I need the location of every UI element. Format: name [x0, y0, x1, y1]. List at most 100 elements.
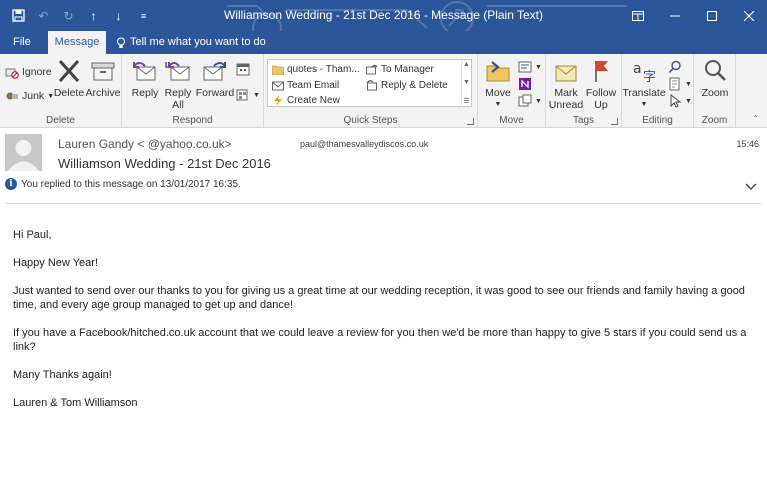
forward-button[interactable]: Forward [196, 58, 234, 99]
quick-step-create-new[interactable]: Create New [272, 95, 340, 106]
zoom-group: Zoom Zoom [694, 54, 736, 128]
reply-icon [133, 62, 156, 81]
onenote-icon [519, 78, 531, 90]
quick-step-create-new-label: Create New [287, 95, 340, 106]
more-respond-button[interactable]: ▼ [236, 88, 260, 102]
find-button[interactable] [668, 60, 682, 74]
flag-icon [595, 61, 608, 82]
quick-step-to-manager[interactable]: To Manager [366, 64, 434, 75]
folder-icon [272, 65, 284, 75]
tab-message[interactable]: Message [48, 31, 106, 54]
tags-group-label: Tags [572, 115, 595, 126]
avatar [5, 134, 42, 171]
translate-button[interactable]: a字 Translate ▼ [622, 58, 665, 111]
onenote-button[interactable] [518, 77, 532, 91]
close-icon[interactable] [730, 0, 767, 31]
cursor-icon [670, 94, 682, 108]
delete-icon [58, 59, 80, 83]
ribbon-display-options-icon[interactable] [619, 0, 656, 31]
meeting-button[interactable] [236, 62, 250, 76]
rules-button[interactable]: ▼ [518, 60, 542, 74]
reply-all-label-1: Reply [164, 87, 192, 99]
zoom-label: Zoom [701, 87, 729, 99]
quick-step-reply-delete[interactable]: Reply & Delete [366, 80, 448, 91]
expand-gallery-icon[interactable]: ☰ [463, 97, 469, 105]
delete-group: Ignore Junk ▼ Delete Archive Delete [0, 54, 122, 128]
actions-icon [518, 94, 532, 107]
quick-step-to-manager-label: To Manager [381, 64, 434, 75]
junk-button[interactable]: Junk ▼ [5, 89, 54, 103]
received-time: 15:46 [736, 139, 759, 149]
minimize-icon[interactable] [656, 0, 693, 31]
chevron-down-icon: ▼ [535, 97, 542, 105]
quick-step-reply-delete-label: Reply & Delete [381, 80, 448, 91]
move-label: Move [485, 87, 511, 99]
archive-button[interactable]: Archive [86, 58, 121, 99]
zoom-button[interactable]: Zoom [697, 58, 733, 99]
chevron-down-icon: ▼ [685, 97, 692, 105]
title-bar: ↶ ↻ ↑ ↓ ≡ Williamson Wedding - 21st Dec … [0, 0, 767, 31]
body-paragraph: Many Thanks again! [13, 369, 112, 381]
scroll-up-icon[interactable]: ▲ [463, 61, 470, 68]
mark-unread-icon [555, 65, 577, 82]
scroll-down-icon[interactable]: ▼ [463, 79, 470, 86]
follow-up-label-2: Up [594, 99, 608, 111]
related-button[interactable]: ▼ [668, 77, 692, 91]
select-button[interactable]: ▼ [668, 94, 692, 108]
body-paragraph: Lauren & Tom Williamson [13, 397, 138, 409]
reply-all-icon [165, 62, 190, 81]
svg-text:a: a [633, 61, 642, 77]
tell-me-label: Tell me what you want to do [130, 36, 266, 48]
forward-icon [203, 62, 226, 81]
respond-group: Reply Reply All Forward ▼ Respond [122, 54, 264, 128]
window-controls [619, 0, 767, 31]
move-button[interactable]: Move ▼ [482, 58, 514, 111]
info-text: You replied to this message on 13/01/201… [21, 178, 241, 190]
info-bar[interactable]: i You replied to this message on 13/01/2… [5, 178, 241, 190]
ribbon-tabs: File Message Tell me what you want to do [0, 31, 767, 54]
ignore-button[interactable]: Ignore [5, 65, 52, 79]
chevron-down-icon: ▼ [640, 101, 648, 108]
reply-button[interactable]: Reply [129, 58, 161, 99]
actions-button[interactable]: ▼ [518, 94, 542, 108]
follow-up-button[interactable]: Follow Up [584, 58, 618, 111]
quick-step-quotes[interactable]: quotes - Tham... [272, 64, 360, 75]
chevron-down-icon: ▼ [494, 101, 502, 108]
delete-button[interactable]: Delete [53, 58, 85, 99]
body-paragraph: Hi Paul, [13, 229, 52, 241]
delete-label: Delete [53, 87, 85, 99]
delete-group-label: Delete [46, 115, 75, 126]
search-icon [668, 60, 681, 74]
translate-icon: a字 [633, 61, 656, 84]
tab-file[interactable]: File [4, 31, 40, 54]
maximize-icon[interactable] [693, 0, 730, 31]
ignore-icon [5, 68, 19, 79]
move-folder-icon [486, 61, 510, 82]
body-paragraph: Just wanted to send over our thanks to y… [13, 285, 745, 311]
reply-all-button[interactable]: Reply All [162, 58, 194, 111]
message-subject: Williamson Wedding - 21st Dec 2016 [58, 156, 271, 171]
collapse-ribbon-icon[interactable]: ⌃ [752, 114, 759, 123]
reply-label: Reply [131, 87, 159, 99]
mark-unread-label-2: Unread [548, 99, 584, 111]
recipient[interactable]: paul@thamesvalleydiscos.co.uk [300, 139, 428, 149]
message-body[interactable]: Hi Paul, Happy New Year! Just wanted to … [13, 228, 758, 424]
zoom-icon [705, 60, 726, 81]
archive-icon [91, 62, 115, 81]
chevron-down-icon: ▼ [253, 91, 260, 99]
sender[interactable]: Lauren Gandy < @yahoo.co.uk> [58, 137, 232, 151]
respond-group-label: Respond [172, 115, 213, 126]
tell-me-box[interactable]: Tell me what you want to do [116, 31, 266, 54]
mark-unread-button[interactable]: Mark Unread [548, 58, 584, 111]
chevron-down-icon[interactable] [744, 182, 758, 192]
quick-steps-scrollbar[interactable]: ▲ ▼ ☰ [461, 60, 471, 106]
junk-icon [6, 92, 18, 100]
quick-steps-launcher-icon[interactable] [467, 118, 474, 125]
team-email-icon [272, 81, 284, 91]
quick-step-quotes-label: quotes - Tham... [287, 64, 360, 75]
quick-step-team-email[interactable]: Team Email [272, 80, 339, 91]
reply-all-label-2: All [172, 99, 184, 111]
chevron-down-icon: ▼ [535, 63, 542, 71]
header-divider [5, 203, 761, 204]
quick-steps-gallery: quotes - Tham... To Manager Team Email R… [267, 59, 472, 107]
